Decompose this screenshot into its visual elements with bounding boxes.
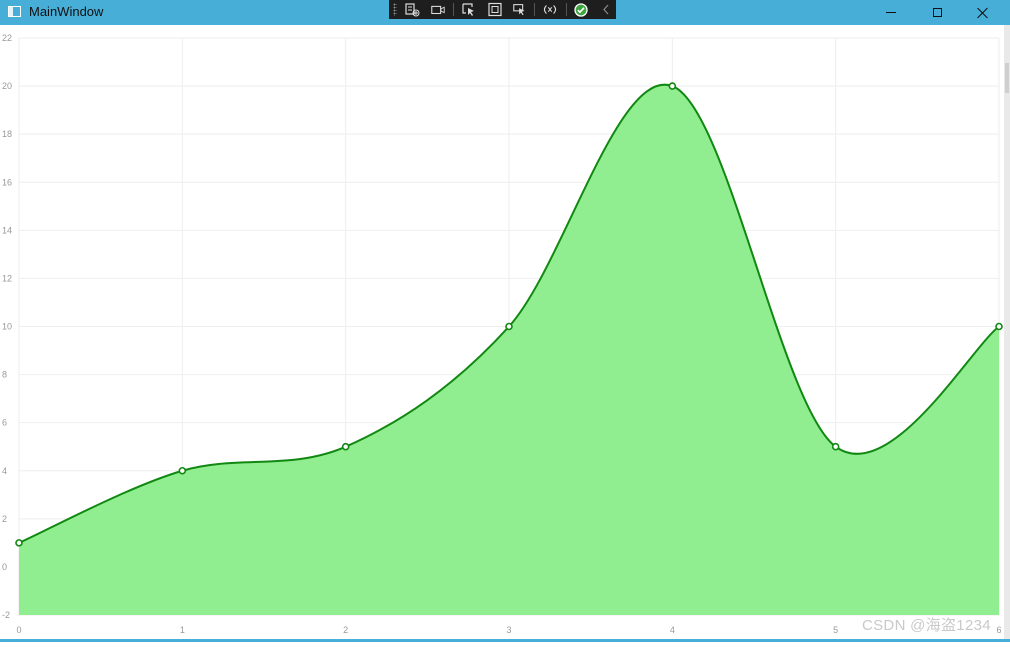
data-point[interactable] <box>505 322 513 331</box>
y-tick-label: 0 <box>2 562 7 572</box>
y-tick-label: 2 <box>2 514 7 524</box>
window-app-icon <box>8 6 21 17</box>
title-bar: MainWindow <box>0 0 1010 25</box>
track-focus-icon[interactable] <box>512 2 528 17</box>
y-tick-label: 18 <box>2 129 12 139</box>
display-layout-adorners-icon[interactable] <box>487 2 503 17</box>
y-tick-label: 22 <box>2 33 12 43</box>
close-icon <box>977 7 989 19</box>
area-chart[interactable]: -20246810121416182022 0123456 <box>0 25 1010 642</box>
chart-area[interactable]: -2 0 2 4 6 8 10 12 14 16 18 20 22 0123456 <box>0 25 1010 642</box>
x-tick-label: 4 <box>670 625 675 635</box>
vertical-scrollbar[interactable] <box>1004 25 1010 642</box>
xaml-debug-toolbar <box>389 0 616 19</box>
y-tick-label: 4 <box>2 466 7 476</box>
select-element-icon[interactable] <box>461 2 477 17</box>
x-axis-ticks: 0 1 2 3 4 5 6 <box>16 625 1001 635</box>
data-point[interactable] <box>178 466 187 475</box>
x-tick-label: 3 <box>506 625 511 635</box>
y-tick-label: 6 <box>2 418 7 428</box>
data-point[interactable] <box>995 322 1003 331</box>
data-point[interactable] <box>15 539 23 547</box>
x-tick-label: 1 <box>180 625 185 635</box>
y-axis-ticks: -2 0 2 4 6 8 10 12 14 16 18 20 22 <box>2 33 12 620</box>
data-point[interactable] <box>341 442 350 451</box>
binding-failures-icon[interactable] <box>542 2 558 17</box>
data-point[interactable] <box>668 82 677 90</box>
maximize-button[interactable] <box>914 0 960 25</box>
x-tick-label: 2 <box>343 625 348 635</box>
close-button[interactable] <box>960 0 1006 25</box>
y-tick-label: 8 <box>2 370 7 380</box>
y-tick-label: -2 <box>2 610 10 620</box>
data-point[interactable] <box>831 442 840 451</box>
watermark-text: CSDN @海盗1234 <box>862 617 991 634</box>
hot-reload-ok-icon[interactable] <box>573 2 589 17</box>
window-title: MainWindow <box>29 4 104 19</box>
record-icon[interactable] <box>430 2 446 17</box>
toolbar-grip-icon[interactable] <box>393 3 397 16</box>
y-tick-label: 20 <box>2 81 12 91</box>
x-tick-label: 5 <box>833 625 838 635</box>
y-tick-label: 12 <box>2 273 12 283</box>
visual-tree-icon[interactable] <box>404 2 420 17</box>
minimize-icon <box>886 12 896 13</box>
y-tick-label: 10 <box>2 322 12 332</box>
minimize-button[interactable] <box>868 0 914 25</box>
maximize-icon <box>932 8 942 17</box>
collapse-toolbar-icon[interactable] <box>598 2 614 17</box>
y-tick-label: 16 <box>2 177 12 187</box>
x-tick-label: 0 <box>16 625 21 635</box>
y-tick-label: 14 <box>2 225 12 235</box>
x-tick-label: 6 <box>996 625 1001 635</box>
